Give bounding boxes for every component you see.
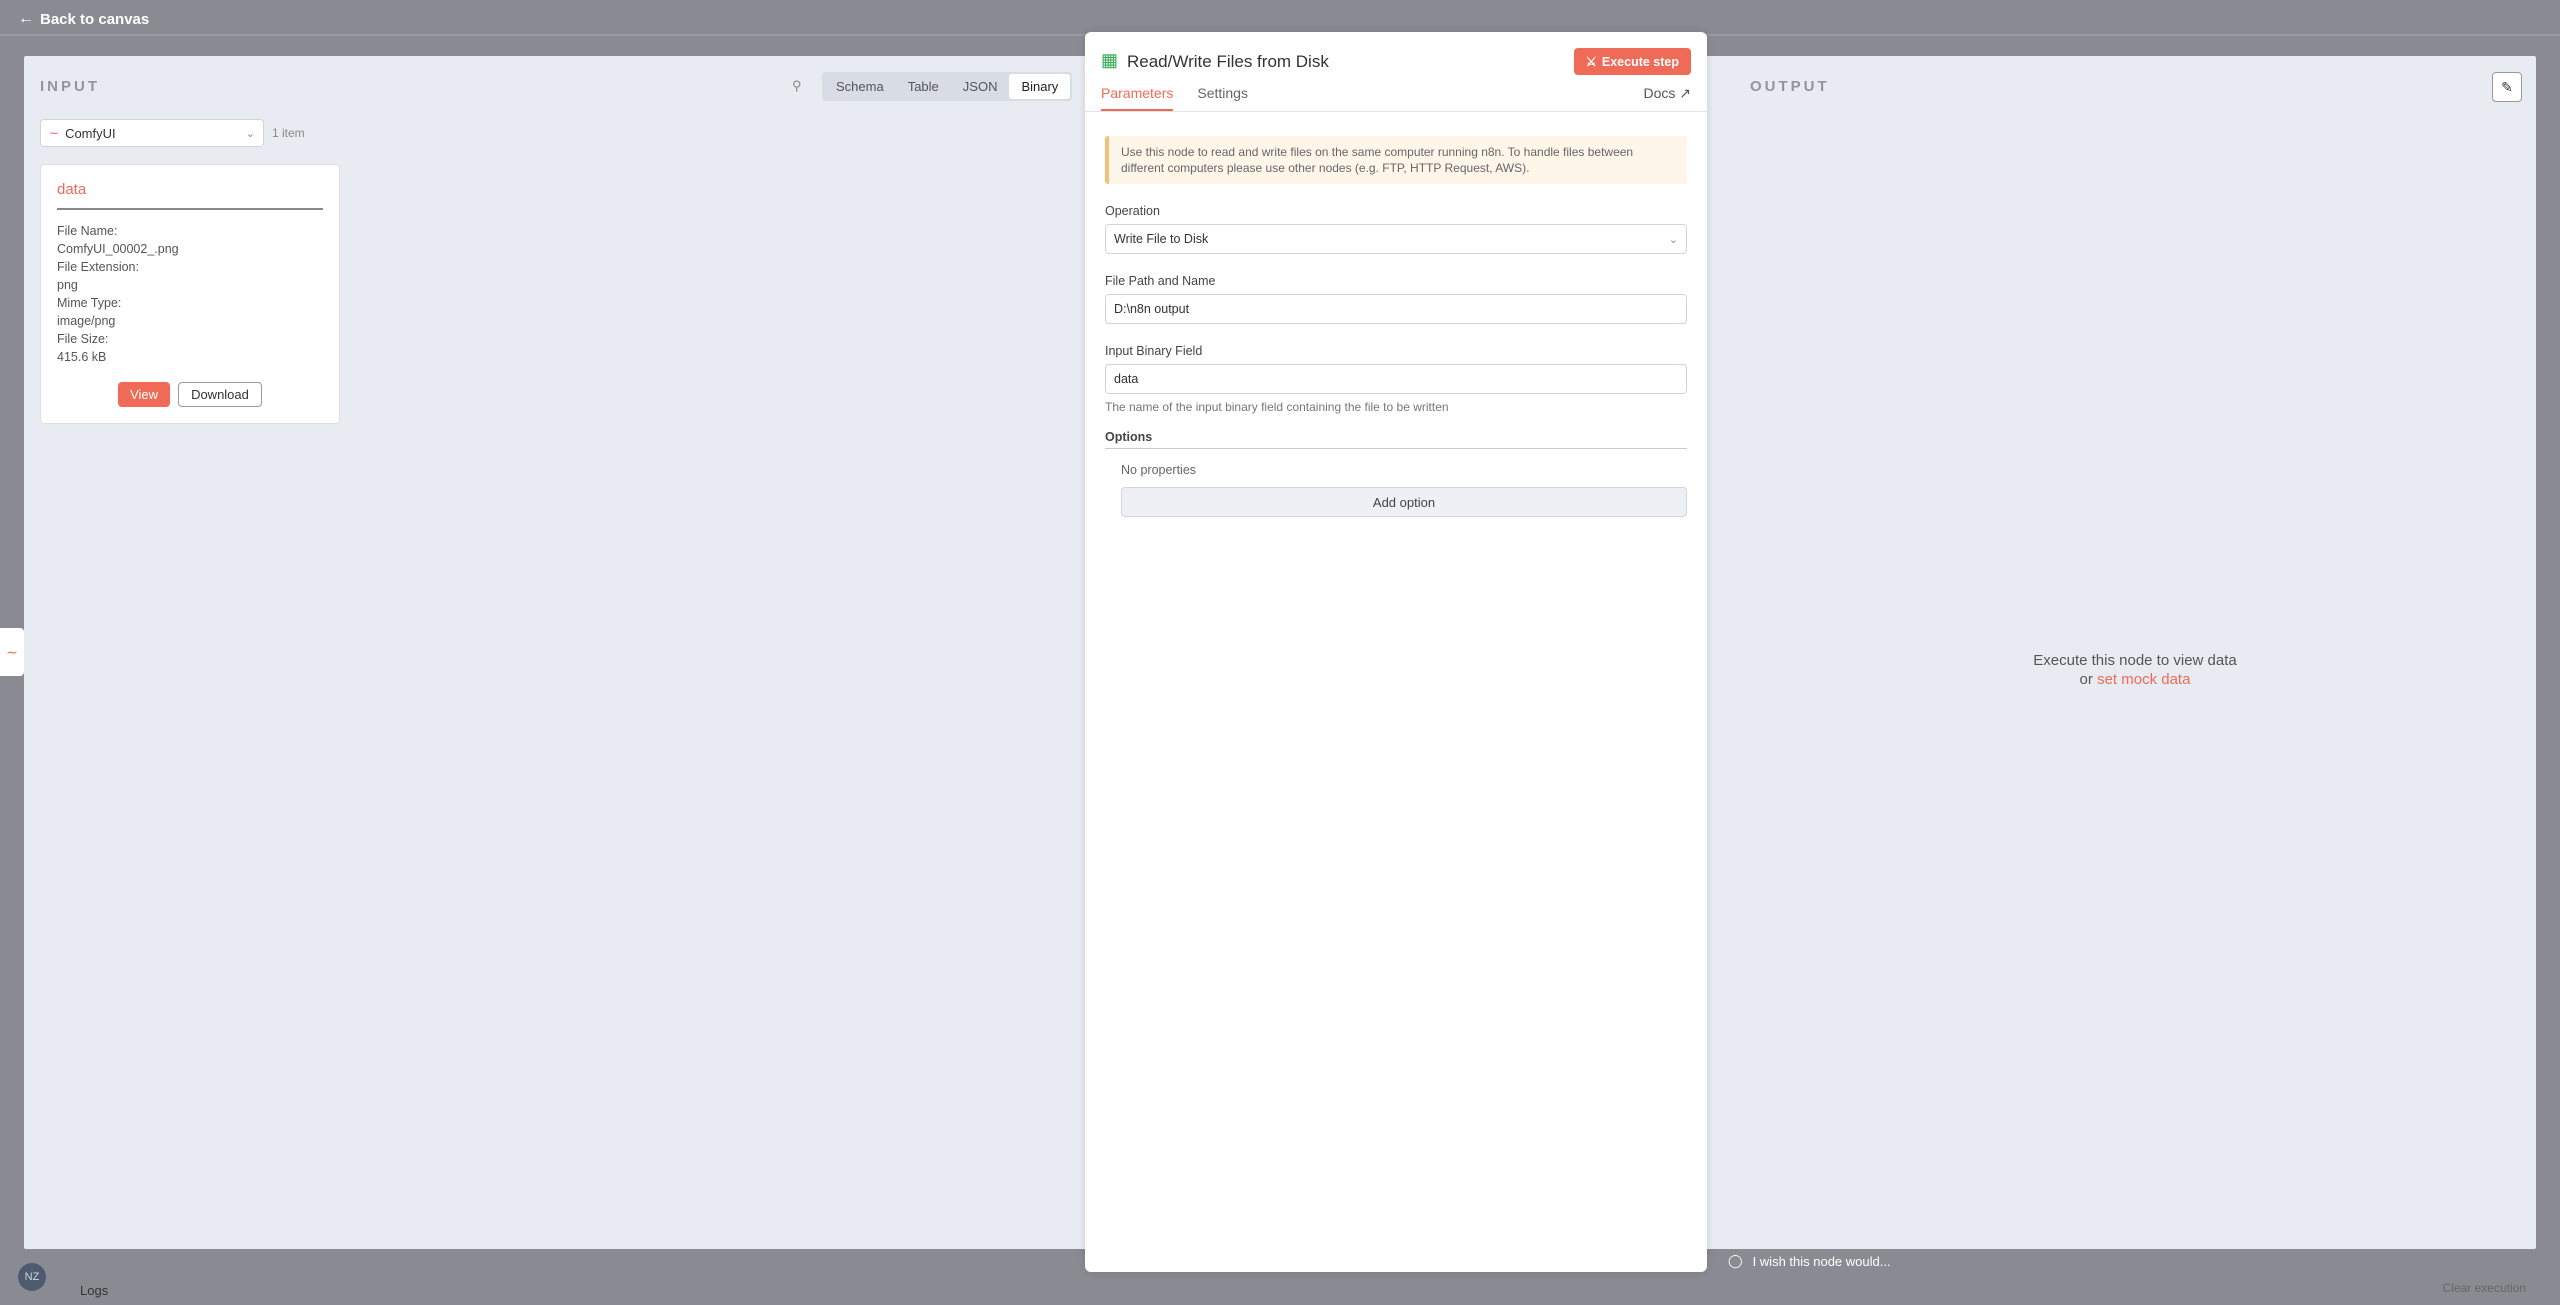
execute-step-button[interactable]: ⚔ Execute step	[1573, 48, 1691, 75]
back-to-canvas-link[interactable]: ← Back to canvas	[18, 10, 149, 28]
file-extension-value: png	[57, 278, 78, 292]
tab-parameters[interactable]: Parameters	[1101, 85, 1174, 111]
binary-card-title: data	[57, 181, 323, 210]
node-connection-icon: ∼	[6, 643, 18, 660]
add-option-button[interactable]: Add option	[1121, 487, 1687, 517]
tab-settings[interactable]: Settings	[1197, 85, 1248, 111]
parameters-body: Use this node to read and write files on…	[1085, 136, 1707, 517]
logs-bar[interactable]: Logs	[64, 1276, 2560, 1305]
input-panel-title: INPUT	[40, 78, 100, 95]
file-path-input[interactable]: D:\n8n output	[1105, 294, 1687, 324]
parameters-header: ▦ Read/Write Files from Disk ⚔ Execute s…	[1085, 32, 1707, 112]
file-name-value: ComfyUI_00002_.png	[57, 242, 179, 256]
feedback-prompt[interactable]: ◯ I wish this node would...	[1728, 1253, 1891, 1269]
pencil-icon: ✎	[2501, 78, 2513, 95]
file-path-value: D:\n8n output	[1114, 302, 1190, 316]
file-path-label: File Path and Name	[1105, 274, 1216, 288]
input-binary-field-input[interactable]: data	[1105, 364, 1687, 394]
file-name-label: File Name:	[57, 224, 118, 238]
file-extension-label: File Extension:	[57, 260, 139, 274]
clear-execution-button[interactable]: Clear execution	[2443, 1281, 2526, 1295]
chevron-down-icon: ⌄	[1668, 233, 1678, 246]
input-node-select[interactable]: ∼ ComfyUI ⌄	[40, 119, 264, 147]
back-to-canvas-label: Back to canvas	[40, 10, 150, 28]
feedback-text: I wish this node would...	[1752, 1253, 1891, 1269]
docs-link[interactable]: Docs ↗	[1643, 85, 1691, 102]
card-buttons: View Download	[41, 382, 339, 407]
tab-table[interactable]: Table	[896, 74, 951, 99]
input-panel: INPUT ⚲ Schema Table JSON Binary ∼ Comfy…	[24, 56, 1084, 1249]
file-size-label: File Size:	[57, 332, 109, 346]
input-binary-field-label: Input Binary Field	[1105, 344, 1203, 358]
view-button[interactable]: View	[118, 382, 171, 407]
avatar[interactable]: NZ	[18, 1263, 46, 1291]
file-disk-node-icon: ▦	[1101, 50, 1119, 70]
operation-label: Operation	[1105, 204, 1160, 218]
mime-type-value: image/png	[57, 314, 116, 328]
input-binary-field-value: data	[1114, 372, 1139, 386]
parameter-tabs: Parameters Settings	[1101, 85, 1248, 111]
side-node-tab[interactable]: ∼	[0, 628, 24, 676]
tab-schema[interactable]: Schema	[824, 74, 896, 99]
output-or-text: or	[2079, 671, 2098, 688]
operation-value: Write File to Disk	[1114, 232, 1209, 246]
node-title[interactable]: Read/Write Files from Disk	[1127, 52, 1329, 72]
input-node-select-value: ComfyUI	[65, 125, 116, 141]
no-properties-text: No properties	[1121, 463, 1197, 477]
binary-data-card: data File Name: ComfyUI_00002_.png File …	[40, 164, 340, 424]
lightbulb-icon: ◯	[1728, 1253, 1743, 1268]
edit-output-button[interactable]: ✎	[2492, 72, 2522, 102]
set-mock-data-link[interactable]: set mock data	[2097, 671, 2190, 688]
external-link-icon: ↗	[1679, 85, 1691, 101]
search-icon[interactable]: ⚲	[792, 78, 808, 94]
items-count: 1 item	[272, 126, 305, 140]
arrow-left-icon: ←	[18, 10, 34, 27]
view-mode-tabs: Schema Table JSON Binary	[822, 72, 1073, 101]
options-label: Options	[1105, 430, 1687, 449]
input-binary-field-hint: The name of the input binary field conta…	[1105, 400, 1449, 414]
execute-step-label: Execute step	[1601, 54, 1679, 69]
parameters-panel: ▦ Read/Write Files from Disk ⚔ Execute s…	[1085, 32, 1707, 1272]
output-empty-message: Execute this node to view data or set mo…	[1734, 651, 2536, 689]
flask-icon: ⚔	[1585, 55, 1597, 69]
tab-binary[interactable]: Binary	[1009, 74, 1071, 99]
output-panel: OUTPUT ✎ Execute this node to view data …	[1734, 56, 2536, 1249]
docs-label: Docs	[1643, 85, 1676, 101]
output-empty-line: Execute this node to view data	[2033, 652, 2237, 669]
tab-json[interactable]: JSON	[951, 74, 1010, 99]
file-size-value: 415.6 kB	[57, 350, 107, 364]
comfyui-node-icon: ∼	[49, 126, 60, 140]
download-button[interactable]: Download	[178, 382, 262, 407]
mime-type-label: Mime Type:	[57, 296, 122, 310]
chevron-down-icon: ⌄	[245, 127, 255, 140]
logs-label: Logs	[80, 1283, 109, 1298]
output-panel-title: OUTPUT	[1750, 78, 1830, 95]
info-notice: Use this node to read and write files on…	[1105, 136, 1687, 184]
operation-select[interactable]: Write File to Disk ⌄	[1105, 224, 1687, 254]
